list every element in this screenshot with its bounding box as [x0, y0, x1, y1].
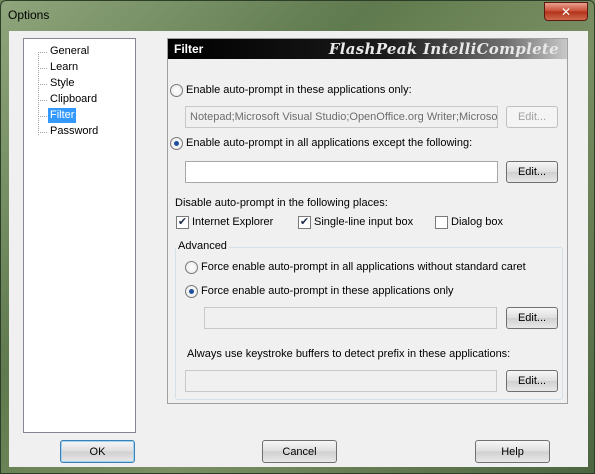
disable-places-heading: Disable auto-prompt in the following pla… [175, 197, 388, 209]
tree-item-clipboard[interactable]: Clipboard [48, 92, 99, 107]
radio-enable-except-label: Enable auto-prompt in all applications e… [186, 137, 473, 149]
close-button[interactable]: ✕ [544, 2, 588, 21]
tree-connector [38, 68, 47, 69]
radio-enable-only[interactable] [170, 84, 183, 97]
radio-force-all[interactable] [185, 261, 198, 274]
keystroke-apps-edit-button[interactable]: Edit... [506, 370, 558, 392]
checkbox-single-line-label: Single-line input box [314, 216, 414, 228]
tree-item-learn[interactable]: Learn [48, 60, 80, 75]
cancel-button[interactable]: Cancel [262, 440, 337, 463]
product-brand: FlashPeak IntelliComplete [328, 40, 559, 58]
radio-force-these[interactable] [185, 285, 198, 298]
checkbox-internet-explorer-label: Internet Explorer [192, 216, 274, 228]
tree-connector [38, 52, 39, 135]
tree-connector [38, 116, 47, 117]
tree-connector [38, 52, 47, 53]
force-apps-edit-button[interactable]: Edit... [506, 307, 558, 329]
except-apps-edit-button[interactable]: Edit... [506, 161, 558, 183]
checkbox-internet-explorer[interactable]: ✔ [176, 216, 189, 229]
only-apps-edit-button[interactable]: Edit... [506, 106, 558, 128]
window-title: Options [8, 8, 50, 22]
radio-enable-except[interactable] [170, 137, 183, 150]
keystroke-buffers-label: Always use keystroke buffers to detect p… [187, 348, 511, 360]
settings-tree: General Learn Style Clipboard Filter Pas… [23, 38, 136, 433]
keystroke-apps-field[interactable] [185, 370, 497, 392]
radio-enable-only-label: Enable auto-prompt in these applications… [186, 84, 412, 96]
ok-button[interactable]: OK [60, 440, 135, 463]
options-window: Options ✕ General Learn Style Clipboard … [0, 0, 595, 474]
checkbox-dialog-box[interactable] [435, 216, 448, 229]
tree-item-password[interactable]: Password [48, 124, 100, 139]
except-apps-field[interactable] [185, 161, 498, 183]
tree-connector [38, 100, 47, 101]
radio-force-all-label: Force enable auto-prompt in all applicat… [201, 261, 526, 273]
title-bar[interactable]: Options ✕ [1, 1, 594, 31]
only-apps-field[interactable]: Notepad;Microsoft Visual Studio;OpenOffi… [185, 106, 498, 128]
close-icon: ✕ [560, 4, 572, 19]
panel-header: Filter FlashPeak IntelliComplete [168, 39, 567, 59]
tree-connector [38, 132, 47, 133]
checkbox-dialog-box-label: Dialog box [451, 216, 503, 228]
checkbox-single-line[interactable]: ✔ [298, 216, 311, 229]
advanced-group-title: Advanced [176, 240, 229, 252]
tree-connector [38, 84, 47, 85]
dialog-client-area: General Learn Style Clipboard Filter Pas… [9, 31, 588, 467]
radio-force-these-label: Force enable auto-prompt in these applic… [201, 285, 454, 297]
force-apps-field[interactable] [204, 307, 497, 329]
help-button[interactable]: Help [475, 440, 550, 463]
tree-item-general[interactable]: General [48, 44, 91, 59]
tree-item-filter[interactable]: Filter [48, 108, 77, 123]
filter-panel: Filter FlashPeak IntelliComplete Enable … [167, 38, 568, 404]
panel-title: Filter [174, 42, 204, 56]
tree-item-style[interactable]: Style [48, 76, 76, 91]
